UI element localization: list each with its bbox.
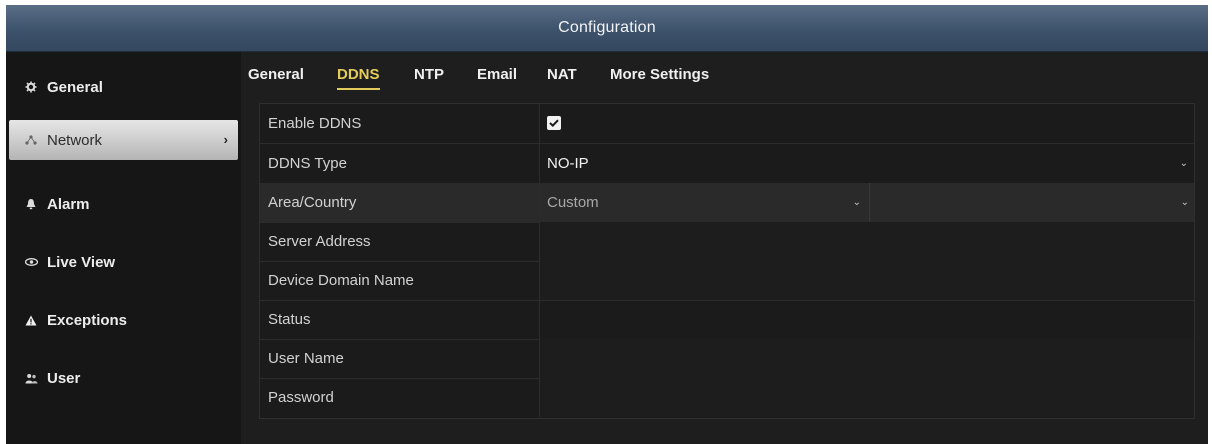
tab-email[interactable]: Email xyxy=(477,66,517,83)
eye-icon xyxy=(24,255,38,269)
alarm-icon xyxy=(24,197,38,211)
chevron-right-icon: › xyxy=(223,132,228,147)
tab-bar: General DDNS NTP Email NAT More Settings xyxy=(241,52,1208,98)
server-address-input[interactable] xyxy=(539,222,1194,261)
sidebar-item-label: General xyxy=(47,78,103,96)
sidebar-item-live-view[interactable]: Live View xyxy=(6,242,238,282)
enable-ddns-label: Enable DDNS xyxy=(268,115,362,132)
area-country-select[interactable]: Custom ⌄ xyxy=(540,183,870,222)
user-name-label: User Name xyxy=(268,350,344,367)
status-field xyxy=(539,300,1194,339)
tab-general[interactable]: General xyxy=(248,66,304,83)
content-panel: General DDNS NTP Email NAT More Settings… xyxy=(241,52,1208,444)
ddns-type-select[interactable]: NO-IP ⌄ xyxy=(539,144,1194,183)
network-icon xyxy=(24,133,38,147)
server-address-label: Server Address xyxy=(268,233,371,250)
status-label: Status xyxy=(268,311,311,328)
ddns-settings-form: Enable DDNS DDNS Type NO-IP ⌄ Area/Count… xyxy=(259,103,1195,419)
title-bar: Configuration xyxy=(6,5,1208,52)
chevron-down-icon: ⌄ xyxy=(852,197,861,208)
tab-nat[interactable]: NAT xyxy=(547,66,577,83)
ddns-type-value: NO-IP xyxy=(547,155,589,172)
device-domain-name-label: Device Domain Name xyxy=(268,272,414,289)
user-name-input[interactable] xyxy=(539,339,1194,378)
user-name-row: User Name xyxy=(260,339,1194,379)
status-row: Status xyxy=(260,300,1194,340)
sidebar: General Network › Alarm Live View Except… xyxy=(6,52,241,444)
tab-ntp[interactable]: NTP xyxy=(414,66,444,83)
sidebar-item-alarm[interactable]: Alarm xyxy=(6,184,238,224)
sidebar-item-label: Live View xyxy=(47,253,116,271)
sidebar-item-label: Alarm xyxy=(47,195,90,213)
tab-more-settings[interactable]: More Settings xyxy=(610,66,709,83)
sidebar-item-label: Exceptions xyxy=(47,311,128,329)
tab-ddns[interactable]: DDNS xyxy=(337,66,380,90)
sidebar-item-user[interactable]: User xyxy=(6,358,238,398)
chevron-down-icon: ⌄ xyxy=(1179,158,1188,169)
device-domain-name-input[interactable] xyxy=(539,261,1194,300)
device-domain-name-row: Device Domain Name xyxy=(260,261,1194,301)
password-row: Password xyxy=(260,378,1194,417)
area-country-field: Custom ⌄ ⌄ xyxy=(539,183,1194,222)
window-title: Configuration xyxy=(558,19,656,36)
area-country-row: Area/Country Custom ⌄ ⌄ xyxy=(260,183,1194,223)
sidebar-item-exceptions[interactable]: Exceptions xyxy=(6,300,238,340)
area-country-label: Area/Country xyxy=(268,194,357,211)
gear-icon xyxy=(24,80,38,94)
password-label: Password xyxy=(268,389,334,406)
enable-ddns-field xyxy=(539,104,1194,143)
checkmark-icon xyxy=(549,119,559,127)
configuration-window: Configuration General Network › Alarm Li… xyxy=(6,5,1208,444)
users-icon xyxy=(24,371,38,385)
chevron-down-icon: ⌄ xyxy=(1180,197,1189,208)
server-address-row: Server Address xyxy=(260,222,1194,262)
warning-icon xyxy=(24,313,38,327)
region-select[interactable]: ⌄ xyxy=(870,183,1195,222)
ddns-type-label: DDNS Type xyxy=(268,155,347,172)
screenshot-frame: Configuration General Network › Alarm Li… xyxy=(0,0,1212,444)
sidebar-item-label: Network xyxy=(47,131,103,149)
password-input[interactable] xyxy=(539,378,1194,417)
sidebar-item-general[interactable]: General xyxy=(6,67,238,107)
enable-ddns-checkbox[interactable] xyxy=(547,116,561,130)
sidebar-item-label: User xyxy=(47,369,81,387)
sidebar-item-network[interactable]: Network › xyxy=(9,120,238,160)
area-country-value: Custom xyxy=(547,194,599,211)
enable-ddns-row: Enable DDNS xyxy=(260,104,1194,144)
ddns-type-row: DDNS Type NO-IP ⌄ xyxy=(260,144,1194,184)
